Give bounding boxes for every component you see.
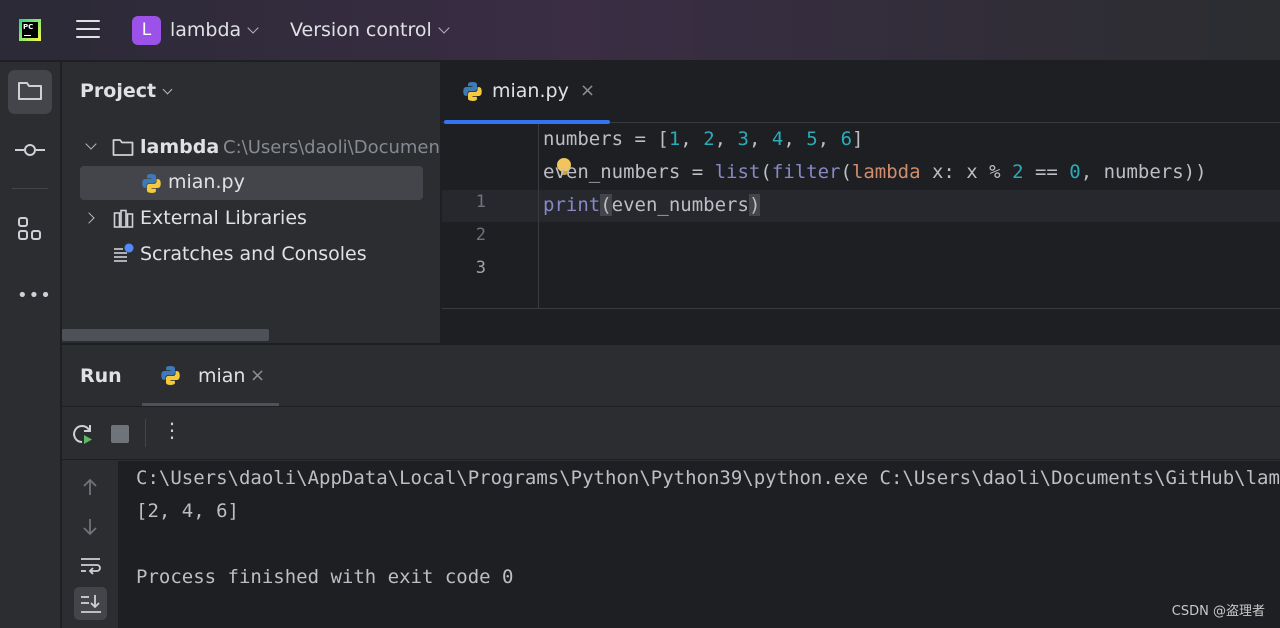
chevron-down-icon[interactable] <box>247 22 259 34</box>
commit-icon[interactable] <box>14 140 46 160</box>
code-number: 4 <box>771 128 784 150</box>
panel-title: Run <box>80 365 122 387</box>
run-panel: Run mian × ⋮ C:\Users\daoli\AppData\Loca… <box>62 344 1280 628</box>
project-tool-button[interactable] <box>8 70 52 114</box>
code-line-1[interactable]: numbers = [1, 2, 3, 4, 5, 6] <box>543 128 863 150</box>
arrow-up-icon[interactable] <box>80 477 100 497</box>
code-builtin: print <box>543 194 601 216</box>
console-line: [2, 4, 6] <box>136 500 239 522</box>
tree-item-root[interactable]: lambda C:\Users\daoli\Documents\GitHub <box>62 131 441 165</box>
project-badge[interactable]: L <box>132 16 161 45</box>
console-line: Process finished with exit code 0 <box>136 566 514 588</box>
code-token: , <box>714 128 738 150</box>
horizontal-scrollbar[interactable] <box>62 329 269 341</box>
chevron-down-icon[interactable] <box>438 22 450 34</box>
hamburger-menu-icon[interactable] <box>76 20 100 40</box>
console-side-toolbar <box>62 461 119 628</box>
code-token: even_numbers <box>611 194 749 216</box>
more-horizontal-icon[interactable]: ••• <box>17 285 52 306</box>
code-builtin: filter <box>771 161 841 183</box>
separator <box>12 188 48 189</box>
code-token: , <box>680 128 704 150</box>
watermark: CSDN @盗理者 <box>1171 604 1265 619</box>
tree-item-label: Scratches and Consoles <box>140 243 367 265</box>
run-tab-mian[interactable]: mian × <box>142 345 279 406</box>
code-number: 2 <box>1012 161 1024 183</box>
folder-icon <box>18 82 42 100</box>
code-number: 2 <box>703 128 715 150</box>
panel-title[interactable]: Project <box>80 80 156 102</box>
editor-bottom-area <box>442 308 1280 343</box>
project-switcher[interactable]: lambda <box>170 19 241 41</box>
tab-label: mian <box>198 365 246 387</box>
python-file-icon <box>161 366 180 385</box>
run-toolbar: ⋮ <box>62 406 1280 460</box>
code-token: numbers = [ <box>543 128 669 150</box>
close-icon[interactable]: × <box>580 80 595 101</box>
title-bar: PC L lambda Version control <box>0 0 1280 61</box>
folder-icon <box>112 139 134 156</box>
code-token: x: x % <box>920 161 1013 183</box>
code-line-2[interactable]: even_numbers = list(filter(lambda x: x %… <box>543 161 1207 183</box>
rerun-icon[interactable] <box>70 422 94 446</box>
structure-icon[interactable] <box>17 216 43 242</box>
tree-item-external-libraries[interactable]: External Libraries <box>62 202 440 236</box>
close-icon[interactable]: × <box>250 365 265 386</box>
code-number: 1 <box>668 128 681 150</box>
more-vertical-icon[interactable]: ⋮ <box>162 419 182 441</box>
code-number: 6 <box>840 128 853 150</box>
line-number: 2 <box>475 225 486 245</box>
code-token: == <box>1023 161 1070 183</box>
separator <box>145 419 146 447</box>
code-token: ( <box>600 194 612 216</box>
console-line: C:\Users\daoli\AppData\Local\Programs\Py… <box>136 467 1280 489</box>
arrow-down-icon[interactable] <box>80 517 100 537</box>
tree-item-label: External Libraries <box>140 207 307 229</box>
editor: mian.py × 1 2 3 numbers = [1, 2, 3, 4, 5… <box>442 62 1280 343</box>
code-number: 3 <box>737 128 749 150</box>
python-file-icon <box>142 174 161 193</box>
scroll-to-end-button[interactable] <box>74 587 107 620</box>
project-panel: Project lambda C:\Users\daoli\Documents\… <box>62 62 441 343</box>
code-line-3[interactable]: print(even_numbers) <box>543 194 761 216</box>
code-number: 0 <box>1069 161 1081 183</box>
tab-label: mian.py <box>492 80 569 102</box>
version-control-menu[interactable]: Version control <box>290 19 432 41</box>
chevron-down-icon[interactable] <box>162 84 173 95</box>
code-token: , <box>748 128 772 150</box>
library-icon <box>113 209 134 228</box>
code-builtin: list <box>714 161 761 183</box>
tree-item-file[interactable]: mian.py <box>62 166 440 200</box>
code-token: , <box>817 128 841 150</box>
code-token: ( <box>840 161 852 183</box>
code-number: 5 <box>806 128 818 150</box>
tool-window-strip: ••• <box>0 62 61 628</box>
tree-item-label: lambda <box>140 136 220 158</box>
line-number: 3 <box>475 258 486 278</box>
console-output[interactable]: C:\Users\daoli\AppData\Local\Programs\Py… <box>119 461 1280 628</box>
chevron-right-icon[interactable] <box>83 212 95 224</box>
stop-icon[interactable] <box>111 425 129 443</box>
line-number: 1 <box>475 192 486 212</box>
soft-wrap-icon[interactable] <box>80 556 102 576</box>
code-token: ) <box>748 194 761 216</box>
selection-highlight <box>80 166 423 200</box>
tree-item-scratches[interactable]: Scratches and Consoles <box>62 238 440 272</box>
code-token: ] <box>852 128 864 150</box>
code-token: , <box>783 128 807 150</box>
tree-item-path: C:\Users\daoli\Documents\GitHub <box>223 137 441 158</box>
pycharm-logo-icon[interactable]: PC <box>19 19 41 41</box>
editor-tab-bar: mian.py × <box>442 62 1280 124</box>
code-token: , numbers)) <box>1080 161 1207 183</box>
code-token: ( <box>760 161 772 183</box>
line-number-gutter: 1 2 3 <box>442 124 539 308</box>
code-keyword: lambda <box>851 161 921 183</box>
tree-item-label: mian.py <box>168 171 245 193</box>
scratches-icon <box>114 243 134 262</box>
editor-tab-mian-py[interactable]: mian.py × <box>442 62 610 124</box>
code-token: even_numbers = <box>543 161 715 183</box>
scroll-to-end-icon <box>81 595 101 613</box>
chevron-down-icon[interactable] <box>85 138 97 150</box>
python-file-icon <box>463 82 482 101</box>
